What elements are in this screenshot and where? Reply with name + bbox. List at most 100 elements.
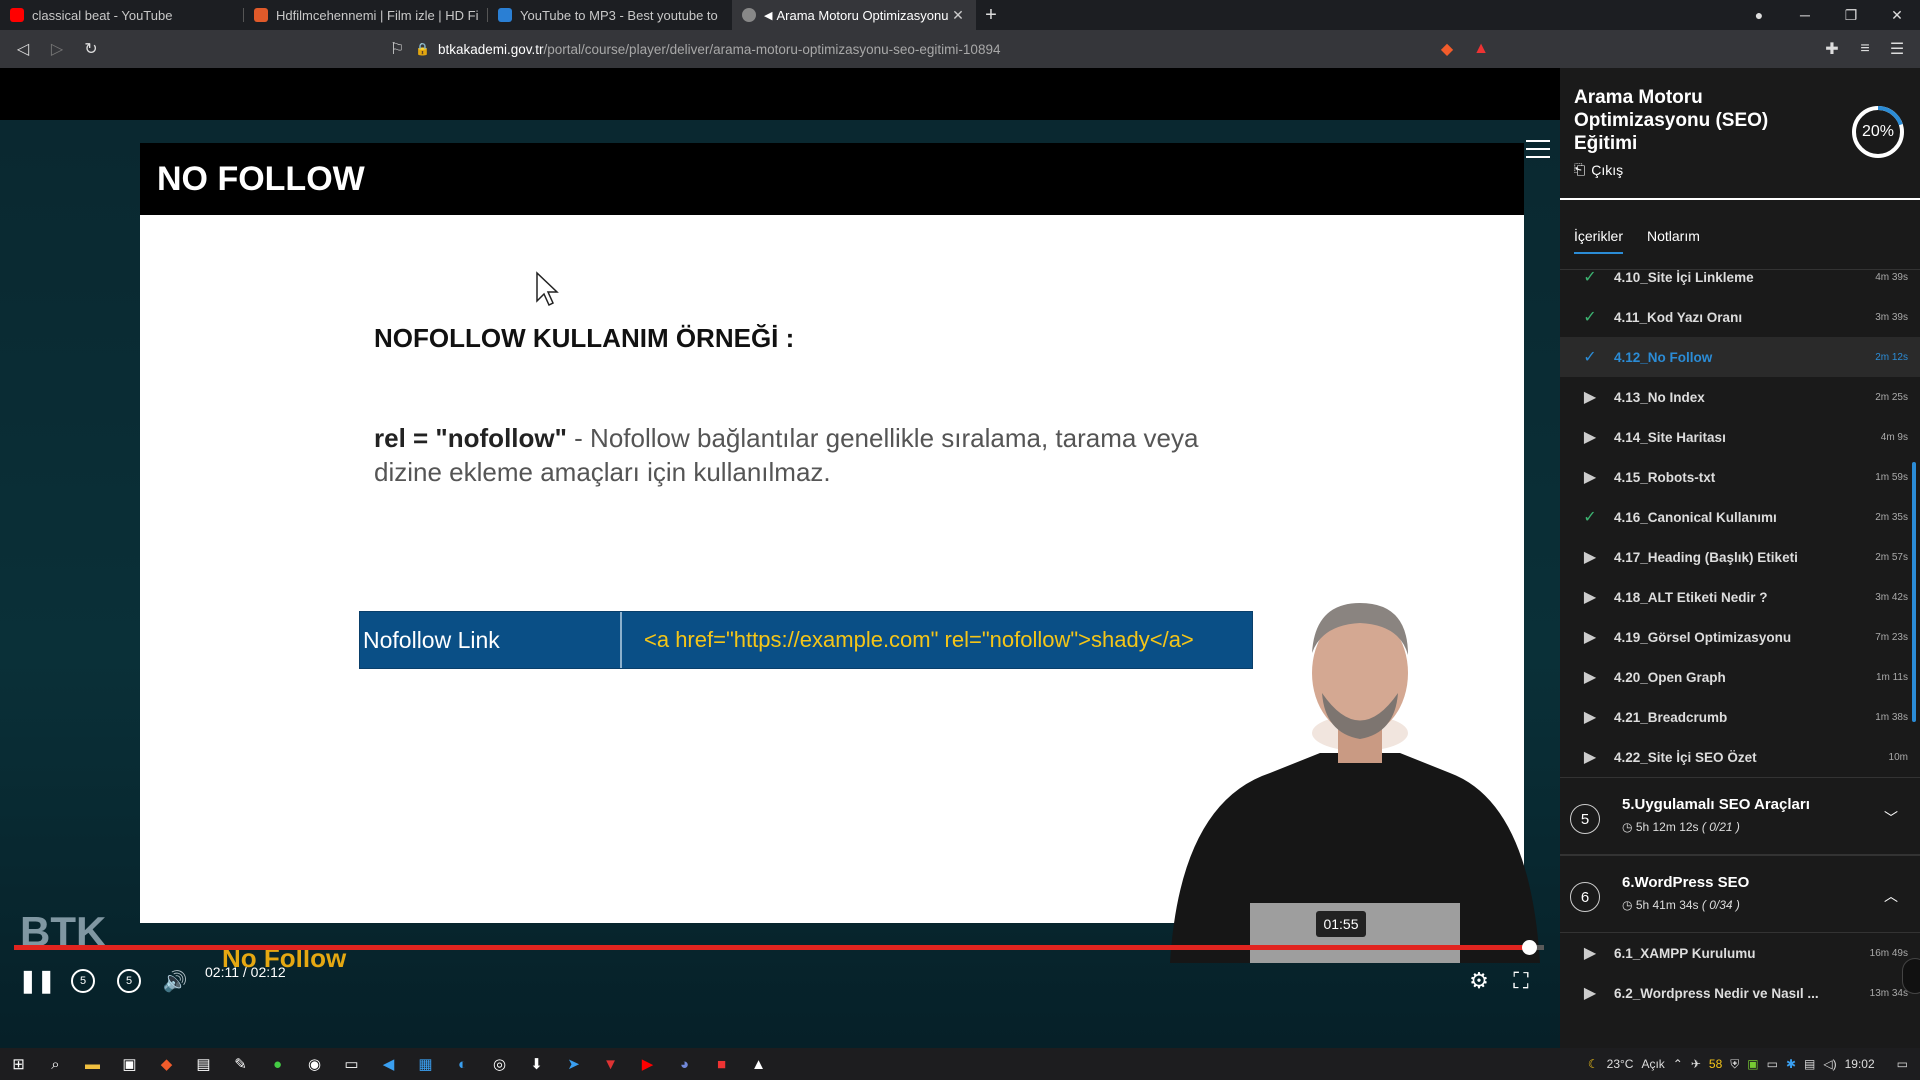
lesson-item[interactable]: ▶ 6.2_Wordpress Nedir ve Nasıl ... 13m 34s [1560,973,1920,1013]
play-icon: ▶ [1583,945,1597,962]
bookmark-icon[interactable]: ⚐ [380,32,414,66]
app-icon[interactable]: ▲ [740,1048,777,1080]
windows-start-icon[interactable]: ⊞ [0,1048,37,1080]
forward-5-button[interactable]: 5 [114,956,144,1006]
section-number: 5 [1570,804,1600,834]
tab-yt-mp3[interactable]: YouTube to MP3 - Best youtube to mp3 [488,0,732,30]
settings-gear-icon[interactable]: ⚙ [1464,956,1494,1006]
moon-icon: ☾ [1587,1057,1599,1071]
progress-bar[interactable] [14,940,1544,955]
tray-badge[interactable]: 58 [1709,1057,1722,1071]
app-icon[interactable]: ▼ [592,1048,629,1080]
exit-button[interactable]: ⎗ Çıkış [1574,161,1623,178]
tab-contents[interactable]: İçerikler [1574,228,1624,254]
terminal-icon[interactable]: ▭ [333,1048,370,1080]
volume-tray-icon[interactable]: ◁) [1823,1057,1836,1071]
lesson-item[interactable]: ▶ 4.15_Robots-txt 1m 59s [1560,457,1920,497]
playlist-toggle-icon[interactable] [1526,140,1550,162]
minimize-button[interactable]: ─ [1782,0,1828,30]
shield-icon[interactable]: ⛨ [1730,1057,1739,1072]
app-tray-icon[interactable]: ▭ [1767,1057,1778,1071]
tab-youtube[interactable]: classical beat - YouTube [0,0,244,30]
volume-icon[interactable]: 🔊 [160,956,190,1006]
lesson-item[interactable]: ▶ 4.13_No Index 2m 25s [1560,377,1920,417]
section-header[interactable]: 5 5.Uygulamalı SEO Araçları ◷ 5h 12m 12s (… [1560,777,1920,855]
app-icon[interactable]: ● [259,1048,296,1080]
section-header[interactable]: 6 6.WordPress SEO ◷ 5h 41m 34s ( 0/34 ) ︿ [1560,855,1920,933]
address-bar: ◁ ▷ ↻ ⚐ 🔒 btkakademi.gov.tr/portal/cours… [0,30,1920,68]
new-tab-button[interactable]: + [976,0,1006,30]
lesson-item[interactable]: ▶ 6.1_XAMPP Kurulumu 16m 49s [1560,933,1920,973]
discord-icon[interactable]: ◕ [666,1048,703,1080]
app-icon[interactable]: ◉ [296,1048,333,1080]
lesson-name: 4.20_Open Graph [1614,669,1726,685]
bluetooth-icon[interactable]: ✱ [1786,1057,1796,1071]
app-icon[interactable]: ✎ [222,1048,259,1080]
brave-browser-icon[interactable]: ◆ [148,1048,185,1080]
brave-rewards-icon[interactable]: ▲ [1464,32,1498,66]
collapse-sidebar-button[interactable] [1902,958,1920,994]
lesson-duration: 2m 25s [1875,391,1908,403]
youtube-icon[interactable]: ▶ [629,1048,666,1080]
play-icon: ▶ [1583,709,1597,726]
close-window-button[interactable]: ✕ [1874,0,1920,30]
app-icon[interactable]: ▤ [185,1048,222,1080]
forward-icon[interactable]: ▷ [40,32,74,66]
telegram-icon[interactable]: ➤ [555,1048,592,1080]
weather-temp[interactable]: 23°C [1607,1057,1634,1071]
playlist-icon[interactable]: ≡ [1848,32,1882,66]
url-field[interactable]: 🔒 btkakademi.gov.tr/portal/course/player… [415,38,1505,60]
steam-icon[interactable]: ◎ [481,1048,518,1080]
lesson-item[interactable]: ▶ 4.14_Site Haritası 4m 9s [1560,417,1920,457]
sidebar-scrollbar[interactable] [1912,462,1916,722]
video-player[interactable]: NO FOLLOW NOFOLLOW KULLANIM ÖRNEĞİ : rel… [0,68,1560,1048]
weather-desc[interactable]: Açık [1641,1057,1664,1071]
restore-button[interactable]: ❐ [1828,0,1874,30]
close-tab-icon[interactable]: ✕ [950,7,966,24]
chevron-up-icon[interactable]: ⌃ [1673,1057,1683,1071]
app-icon[interactable]: ▦ [407,1048,444,1080]
lesson-item[interactable]: ▶ 4.21_Breadcrumb 1m 38s [1560,697,1920,737]
menu-icon[interactable]: ☰ [1880,32,1914,66]
lesson-item[interactable]: ▶ 4.20_Open Graph 1m 11s [1560,657,1920,697]
chevron-up-icon[interactable]: ︿ [1884,886,1898,906]
search-icon[interactable]: ⌕ [37,1048,74,1080]
pause-icon[interactable]: ❚❚ [19,956,56,1006]
course-title: Arama Motoru Optimizasyonu (SEO) Eğitimi [1574,87,1769,154]
vscode-icon[interactable]: ◀ [370,1048,407,1080]
tab-hdfilm[interactable]: Hdfilmcehennemi | Film izle | HD Film [244,0,488,30]
play-icon: ▶ [1583,749,1597,766]
brave-shield-icon[interactable]: ◆ [1430,32,1464,66]
lesson-item[interactable]: ▶ 4.22_Site İçi SEO Özet 10m [1560,737,1920,777]
lesson-item[interactable]: ▶ 4.17_Heading (Başlık) Etiketi 2m 57s [1560,537,1920,577]
lesson-item[interactable]: ✓ 4.16_Canonical Kullanımı 2m 35s [1560,497,1920,537]
back-icon[interactable]: ◁ [6,32,40,66]
lesson-item[interactable]: ✓ 4.10_Site İçi Linkleme 4m 39s [1560,270,1920,297]
edge-icon[interactable]: ◐ [444,1048,481,1080]
lesson-item[interactable]: ✓ 4.11_Kod Yazı Oranı 3m 39s [1560,297,1920,337]
tab-btk-active[interactable]: ◀ Arama Motoru Optimizasyonu ✕ [732,0,976,30]
extensions-icon[interactable]: ✚ [1815,32,1849,66]
file-explorer-icon[interactable]: ▬ [74,1048,111,1080]
profile-icon[interactable]: ● [1736,0,1782,30]
network-icon[interactable]: ▤ [1804,1057,1815,1071]
clock[interactable]: 19:02 [1845,1057,1875,1071]
play-icon: ▶ [1583,549,1597,566]
lesson-item[interactable]: ▶ 4.18_ALT Etiketi Nedir ? 3m 42s [1560,577,1920,617]
rewind-5-button[interactable]: 5 [68,956,98,1006]
app-icon[interactable]: ■ [703,1048,740,1080]
tab-notes[interactable]: Notlarım [1647,228,1700,252]
lesson-item[interactable]: ▶ 4.19_Görsel Optimizasyonu 7m 23s [1560,617,1920,657]
progress-knob[interactable] [1521,940,1537,955]
notifications-icon[interactable]: ▭ [1897,1057,1908,1071]
chevron-down-icon[interactable]: ﹀ [1884,808,1898,828]
reload-icon[interactable]: ↻ [74,32,108,66]
store-icon[interactable]: ▣ [111,1048,148,1080]
fullscreen-icon[interactable]: ⛶ [1506,956,1536,1006]
download-icon[interactable]: ⬇ [518,1048,555,1080]
lesson-item[interactable]: ✓ 4.12_No Follow 2m 12s [1560,337,1920,377]
nvidia-icon[interactable]: ▣ [1747,1057,1758,1071]
app-tray-icon[interactable]: ✈ [1691,1057,1701,1071]
exit-label: Çıkış [1591,161,1624,178]
play-icon: ▶ [1583,429,1597,446]
